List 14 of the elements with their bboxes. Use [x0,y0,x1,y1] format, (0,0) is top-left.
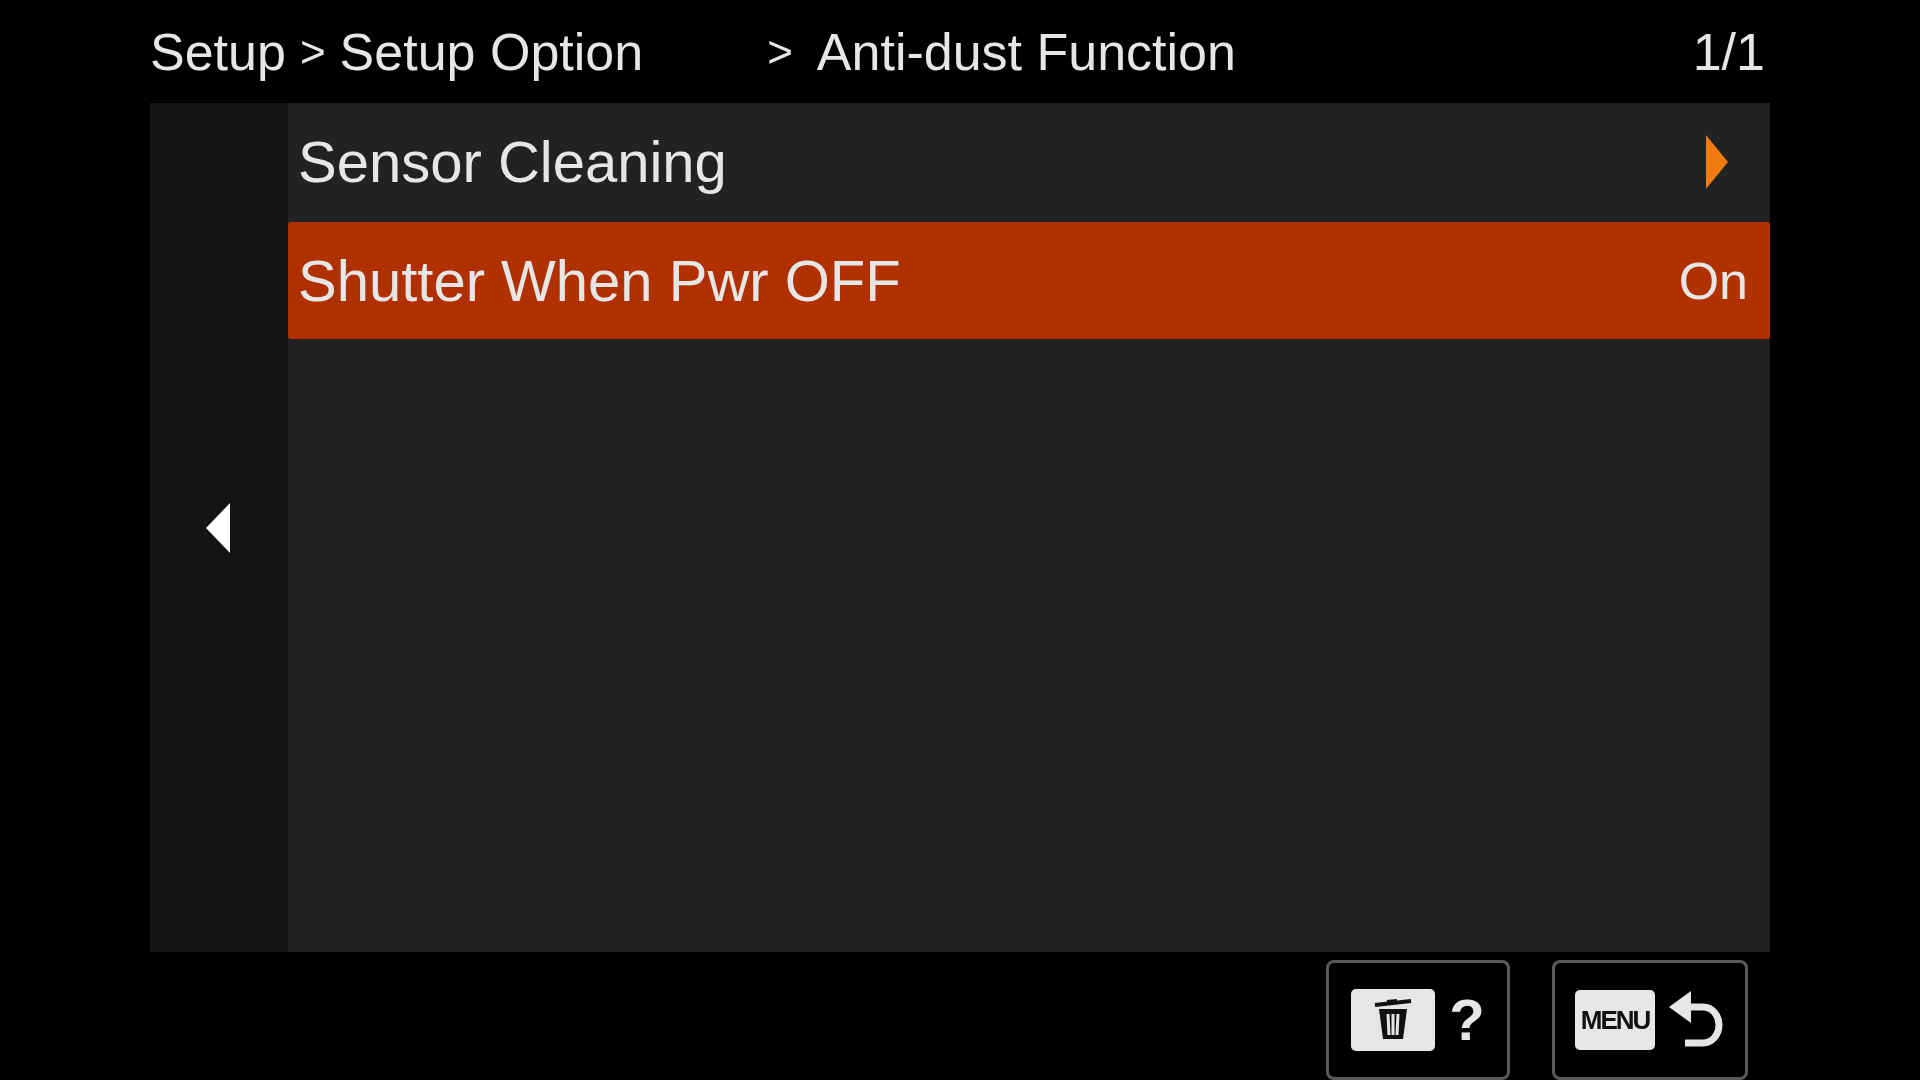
menu-back-button[interactable]: MENU [1552,960,1748,1080]
chevron-right-icon [1706,134,1728,189]
delete-help-button[interactable]: ? [1326,960,1510,1080]
row-value: On [1678,254,1748,307]
trash-icon [1351,989,1436,1051]
help-label: ? [1449,991,1485,1049]
breadcrumb-separator: > [767,29,793,74]
menu-row[interactable]: Shutter When Pwr OFF On [288,222,1770,339]
menu-key-label: MENU [1574,990,1656,1050]
left-arrow-icon[interactable] [206,502,232,553]
row-label: Shutter When Pwr OFF [298,251,901,310]
page-counter: 1/1 [1692,25,1765,78]
breadcrumb-separator: > [299,29,326,74]
breadcrumb-item: Anti-dust Function [816,25,1236,78]
